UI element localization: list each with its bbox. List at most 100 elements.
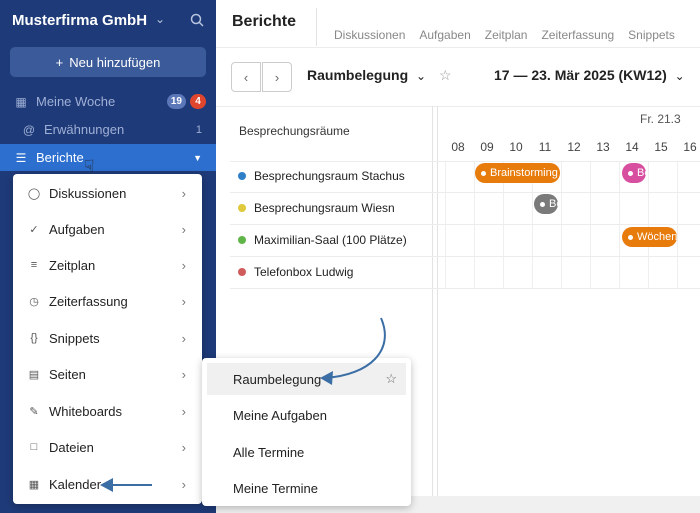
room-color-dot xyxy=(238,172,246,180)
chevron-right-icon: › xyxy=(181,366,186,382)
room-name: Besprechungsraum Wiesn xyxy=(254,201,395,215)
submenu-item-meine-aufgaben[interactable]: Meine Aufgaben xyxy=(207,399,406,431)
hour-label: 10 xyxy=(509,140,523,154)
hour-label: 13 xyxy=(596,140,610,154)
chevron-right-icon: › xyxy=(181,185,186,201)
chevron-right-icon: › xyxy=(181,403,186,419)
menu-item-kalender[interactable]: ▦ Kalender › xyxy=(13,466,202,502)
menu-item-whiteboards[interactable]: ✎ Whiteboards › xyxy=(13,393,202,429)
view-selector[interactable]: Raumbelegung ⌄ xyxy=(307,67,426,83)
room-row[interactable]: Besprechungsraum Stachus xyxy=(238,169,405,183)
submenu-item-label: Meine Aufgaben xyxy=(233,407,327,423)
chevron-right-icon: › xyxy=(181,330,186,346)
layers-icon: ☰ xyxy=(15,150,27,165)
pen-icon: ✎ xyxy=(29,405,39,418)
chat-icon: ◯ xyxy=(27,187,41,200)
sidebar-item-erwaehnungen[interactable]: @ Erwähnungen 1 xyxy=(0,116,216,143)
star-icon[interactable]: ☆ xyxy=(439,67,452,84)
sidebar-item-berichte[interactable]: ☰ Berichte ▼ xyxy=(0,144,216,171)
chevron-down-icon: ⌄ xyxy=(674,69,685,83)
chevron-down-icon: ⌄ xyxy=(416,69,427,83)
row-divider xyxy=(230,288,700,289)
submenu-item-raumbelegung[interactable]: Raumbelegung ☆ xyxy=(207,363,406,395)
event-chip[interactable]: Wöchen xyxy=(622,227,677,247)
hour-label: 08 xyxy=(451,140,465,154)
hour-label: 11 xyxy=(538,140,552,154)
sidebar-item-label: Berichte xyxy=(36,150,84,165)
room-row[interactable]: Telefonbox Ludwig xyxy=(238,265,353,279)
chevron-down-icon[interactable]: ⌄ xyxy=(155,12,165,26)
submenu-item-meine-termine[interactable]: Meine Termine xyxy=(207,472,406,504)
tab-aufgaben[interactable]: Aufgaben xyxy=(419,28,470,42)
tab-diskussionen[interactable]: Diskussionen xyxy=(334,28,405,42)
room-row[interactable]: Besprechungsraum Wiesn xyxy=(238,201,395,215)
menu-item-label: Zeiterfassung xyxy=(49,293,128,309)
hour-label: 15 xyxy=(654,140,668,154)
row-divider xyxy=(230,256,700,257)
chevron-right-icon: › xyxy=(181,476,186,492)
new-button-label: Neu hinzufügen xyxy=(69,54,161,70)
menu-item-seiten[interactable]: ▤ Seiten › xyxy=(13,356,202,392)
event-chip[interactable]: Brainstorming xyxy=(475,163,560,183)
star-icon[interactable]: ☆ xyxy=(385,371,397,387)
divider xyxy=(316,8,317,46)
tab-snippets[interactable]: Snippets xyxy=(628,28,675,42)
alert-badge: 4 xyxy=(190,94,206,109)
sidebar-item-meine-woche[interactable]: ▦ Meine Woche 19 4 xyxy=(0,88,216,115)
room-color-dot xyxy=(238,204,246,212)
grid-line xyxy=(590,162,591,288)
room-row[interactable]: Maximilian-Saal (100 Plätze) xyxy=(238,233,407,247)
event-label: Bo xyxy=(549,198,558,210)
count-badge: 19 xyxy=(166,94,186,109)
page-title: Berichte xyxy=(232,13,297,30)
grid-line xyxy=(677,162,678,288)
menu-item-snippets[interactable]: {} Snippets › xyxy=(13,320,202,356)
rooms-header: Besprechungsräume xyxy=(239,124,350,138)
chevron-right-icon: › xyxy=(181,221,186,237)
menu-item-zeitplan[interactable]: ≡ Zeitplan › xyxy=(13,247,202,283)
divider xyxy=(437,106,438,496)
tab-zeitplan[interactable]: Zeitplan xyxy=(485,28,528,42)
braces-icon: {} xyxy=(30,332,38,344)
file-icon: □ xyxy=(30,441,38,453)
tab-zeiterfassung[interactable]: Zeiterfassung xyxy=(541,28,614,42)
divider xyxy=(432,106,433,496)
event-label: Be xyxy=(637,167,646,179)
day-label: Fr. 21.3 xyxy=(640,112,681,126)
sidebar-item-label: Erwähnungen xyxy=(44,122,125,137)
calendar-icon: ▦ xyxy=(15,94,27,109)
menu-item-label: Whiteboards xyxy=(49,403,122,419)
event-chip[interactable]: Bo xyxy=(534,194,558,214)
next-button[interactable]: › xyxy=(262,62,292,92)
chevron-right-icon: › xyxy=(181,439,186,455)
prev-button[interactable]: ‹ xyxy=(231,62,261,92)
org-name[interactable]: Musterfirma GmbH xyxy=(12,12,147,29)
room-name: Telefonbox Ludwig xyxy=(254,265,354,279)
timeline-icon: ≡ xyxy=(30,259,38,271)
new-button[interactable]: + Neu hinzufügen xyxy=(10,47,206,77)
sidebar-item-label: Meine Woche xyxy=(36,94,116,109)
menu-item-label: Kalender xyxy=(49,476,102,492)
row-divider xyxy=(230,192,700,193)
at-icon: @ xyxy=(22,122,36,137)
menu-item-label: Zeitplan xyxy=(49,257,96,273)
menu-item-zeiterfassung[interactable]: ◷ Zeiterfassung › xyxy=(13,283,202,319)
row-divider xyxy=(230,224,700,225)
submenu-item-alle-termine[interactable]: Alle Termine xyxy=(207,436,406,468)
date-range-selector[interactable]: 17 — 23. Mär 2025 (KW12) ⌄ xyxy=(494,67,685,83)
event-chip[interactable]: Be xyxy=(622,163,646,183)
chevron-right-icon: › xyxy=(181,293,186,309)
hour-label: 09 xyxy=(480,140,494,154)
menu-item-label: Snippets xyxy=(49,330,100,346)
menu-item-aufgaben[interactable]: ✓ Aufgaben › xyxy=(13,211,202,247)
kalender-submenu: Raumbelegung ☆ Meine Aufgaben Alle Termi… xyxy=(202,358,411,506)
grid-line xyxy=(648,162,649,288)
count-label: 1 xyxy=(195,123,202,136)
tab-bar: Diskussionen Aufgaben Zeitplan Zeiterfas… xyxy=(334,28,675,42)
search-icon[interactable] xyxy=(190,13,204,32)
event-dot xyxy=(628,170,633,176)
menu-item-dateien[interactable]: □ Dateien › xyxy=(13,429,202,465)
event-label: Wöchen xyxy=(637,231,677,243)
calendar-icon: ▦ xyxy=(28,478,40,491)
menu-item-diskussionen[interactable]: ◯ Diskussionen › xyxy=(13,175,202,211)
